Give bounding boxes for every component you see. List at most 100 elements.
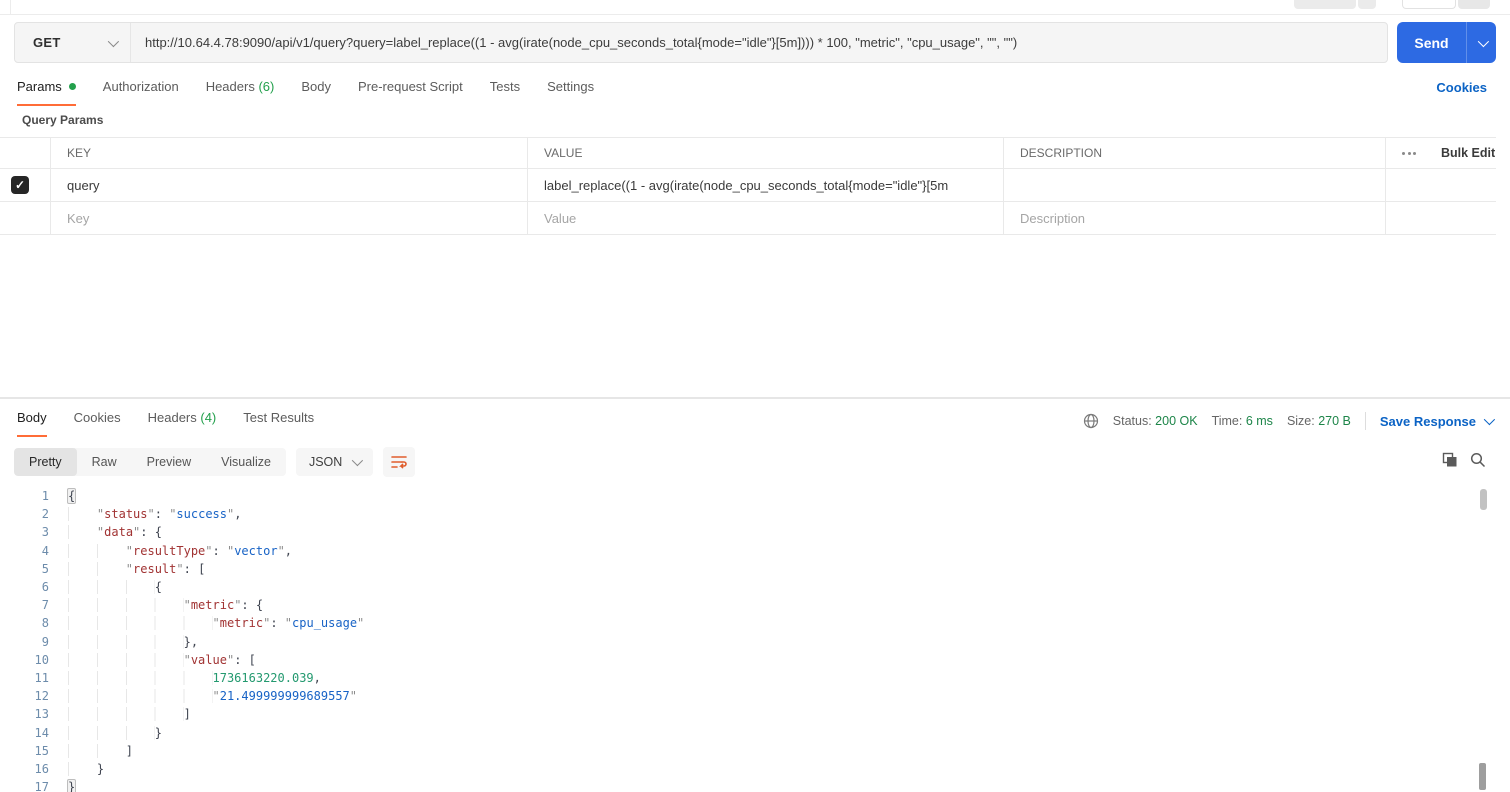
code-line: 5 "result": [: [0, 560, 1478, 578]
size-value: 270 B: [1318, 414, 1351, 428]
url-bar: GET http://10.64.4.78:9090/api/v1/query?…: [14, 22, 1388, 63]
headers-count: (6): [258, 79, 274, 94]
code-text: "metric": "cpu_usage": [68, 614, 364, 632]
param-description-cell[interactable]: [1003, 169, 1385, 202]
line-number: 13: [0, 705, 49, 723]
code-line: 4 "resultType": "vector",: [0, 542, 1478, 560]
send-button[interactable]: Send: [1397, 22, 1496, 63]
send-options-button[interactable]: [1466, 22, 1496, 63]
status-label: Status:: [1113, 414, 1152, 428]
code-line: 17}: [0, 778, 1478, 792]
code-line: 14 }: [0, 724, 1478, 742]
method-label: GET: [33, 35, 61, 50]
code-line: 6 {: [0, 578, 1478, 596]
view-pretty[interactable]: Pretty: [14, 448, 77, 476]
row-spacer: [1385, 202, 1425, 235]
line-number: 14: [0, 724, 49, 742]
more-options-cell: [1385, 138, 1425, 169]
chevron-down-icon: [108, 35, 119, 46]
code-text: }: [68, 778, 75, 792]
code-text: ]: [68, 742, 133, 760]
line-number: 12: [0, 687, 49, 705]
code-line: 15 ]: [0, 742, 1478, 760]
cutoff-button-fragment: [1294, 0, 1356, 9]
line-number: 16: [0, 760, 49, 778]
tab-authorization[interactable]: Authorization: [103, 79, 179, 106]
response-actions: [1442, 452, 1486, 468]
tab-params-label: Params: [17, 79, 62, 94]
vertical-scrollbar-thumb[interactable]: [1480, 489, 1487, 510]
cookies-link[interactable]: Cookies: [1436, 80, 1487, 95]
response-tab-headers[interactable]: Headers (4): [148, 410, 217, 437]
response-meta-bar: Status: 200 OK Time: 6 ms Size: 270 B Sa…: [1083, 412, 1492, 430]
line-number: 3: [0, 523, 49, 541]
code-line: 9 },: [0, 633, 1478, 651]
header-checkbox-cell: [0, 138, 50, 169]
query-params-title: Query Params: [22, 113, 103, 127]
param-checkbox-checked[interactable]: [11, 176, 29, 194]
code-line: 10 "value": [: [0, 651, 1478, 669]
time-badge: Time: 6 ms: [1212, 414, 1273, 428]
response-tab-headers-label: Headers: [148, 410, 197, 425]
tab-prerequest-script[interactable]: Pre-request Script: [358, 79, 463, 106]
wrap-text-button[interactable]: [383, 447, 415, 477]
code-line: 11 1736163220.039,: [0, 669, 1478, 687]
param-key-cell[interactable]: query: [50, 169, 527, 202]
request-url-row: GET http://10.64.4.78:9090/api/v1/query?…: [14, 22, 1496, 63]
size-label: Size:: [1287, 414, 1315, 428]
tab-settings[interactable]: Settings: [547, 79, 594, 106]
scrollbar-thumb-bottom[interactable]: [1479, 763, 1486, 790]
time-value: 6 ms: [1246, 414, 1273, 428]
top-strip: [0, 0, 1510, 15]
code-text: }: [68, 760, 104, 778]
response-view-toolbar: Pretty Raw Preview Visualize JSON: [14, 447, 415, 477]
response-tab-test-results[interactable]: Test Results: [243, 410, 314, 437]
response-tab-cookies[interactable]: Cookies: [74, 410, 121, 437]
new-value-input[interactable]: Value: [527, 202, 1003, 235]
key-column-header: KEY: [50, 138, 527, 169]
tab-body[interactable]: Body: [301, 79, 331, 106]
response-tab-body[interactable]: Body: [17, 410, 47, 437]
response-body-json[interactable]: 1{2 "status": "success",3 "data": {4 "re…: [0, 487, 1478, 792]
search-icon[interactable]: [1470, 452, 1486, 468]
tab-prerequest-label: Pre-request Script: [358, 79, 463, 94]
response-tab-body-label: Body: [17, 410, 47, 425]
request-tabs: Params Authorization Headers (6) Body Pr…: [17, 79, 594, 106]
new-key-input[interactable]: Key: [50, 202, 527, 235]
network-globe-icon[interactable]: [1083, 413, 1099, 429]
bulk-edit-cell: Bulk Edit: [1425, 138, 1496, 169]
view-visualize[interactable]: Visualize: [206, 448, 286, 476]
line-number: 10: [0, 651, 49, 669]
code-text: "data": {: [68, 523, 162, 541]
new-description-input[interactable]: Description: [1003, 202, 1385, 235]
tab-tests[interactable]: Tests: [490, 79, 520, 106]
url-input[interactable]: http://10.64.4.78:9090/api/v1/query?quer…: [131, 23, 1387, 62]
format-select[interactable]: JSON: [296, 448, 373, 476]
response-tab-cookies-label: Cookies: [74, 410, 121, 425]
row-spacer: [1425, 202, 1496, 235]
status-value: 200 OK: [1155, 414, 1197, 428]
code-line: 7 "metric": {: [0, 596, 1478, 614]
tab-headers-label: Headers: [206, 79, 255, 94]
chevron-down-icon: [1484, 414, 1495, 425]
code-line: 2 "status": "success",: [0, 505, 1478, 523]
request-response-divider[interactable]: [0, 397, 1510, 399]
save-response-label: Save Response: [1380, 414, 1476, 429]
bulk-edit-button[interactable]: Bulk Edit: [1441, 146, 1495, 160]
code-line: 8 "metric": "cpu_usage": [0, 614, 1478, 632]
copy-icon[interactable]: [1442, 452, 1458, 468]
code-line: 1{: [0, 487, 1478, 505]
tab-params[interactable]: Params: [17, 79, 76, 106]
more-options-icon[interactable]: [1402, 152, 1416, 155]
code-line: 3 "data": {: [0, 523, 1478, 541]
view-preview[interactable]: Preview: [132, 448, 206, 476]
method-select[interactable]: GET: [15, 23, 131, 62]
value-column-header: VALUE: [527, 138, 1003, 169]
code-text: 1736163220.039,: [68, 669, 321, 687]
line-number: 6: [0, 578, 49, 596]
view-raw[interactable]: Raw: [77, 448, 132, 476]
save-response-button[interactable]: Save Response: [1380, 414, 1492, 429]
param-value-cell[interactable]: label_replace((1 - avg(irate(node_cpu_se…: [527, 169, 1003, 202]
tab-headers[interactable]: Headers (6): [206, 79, 275, 106]
line-number: 2: [0, 505, 49, 523]
